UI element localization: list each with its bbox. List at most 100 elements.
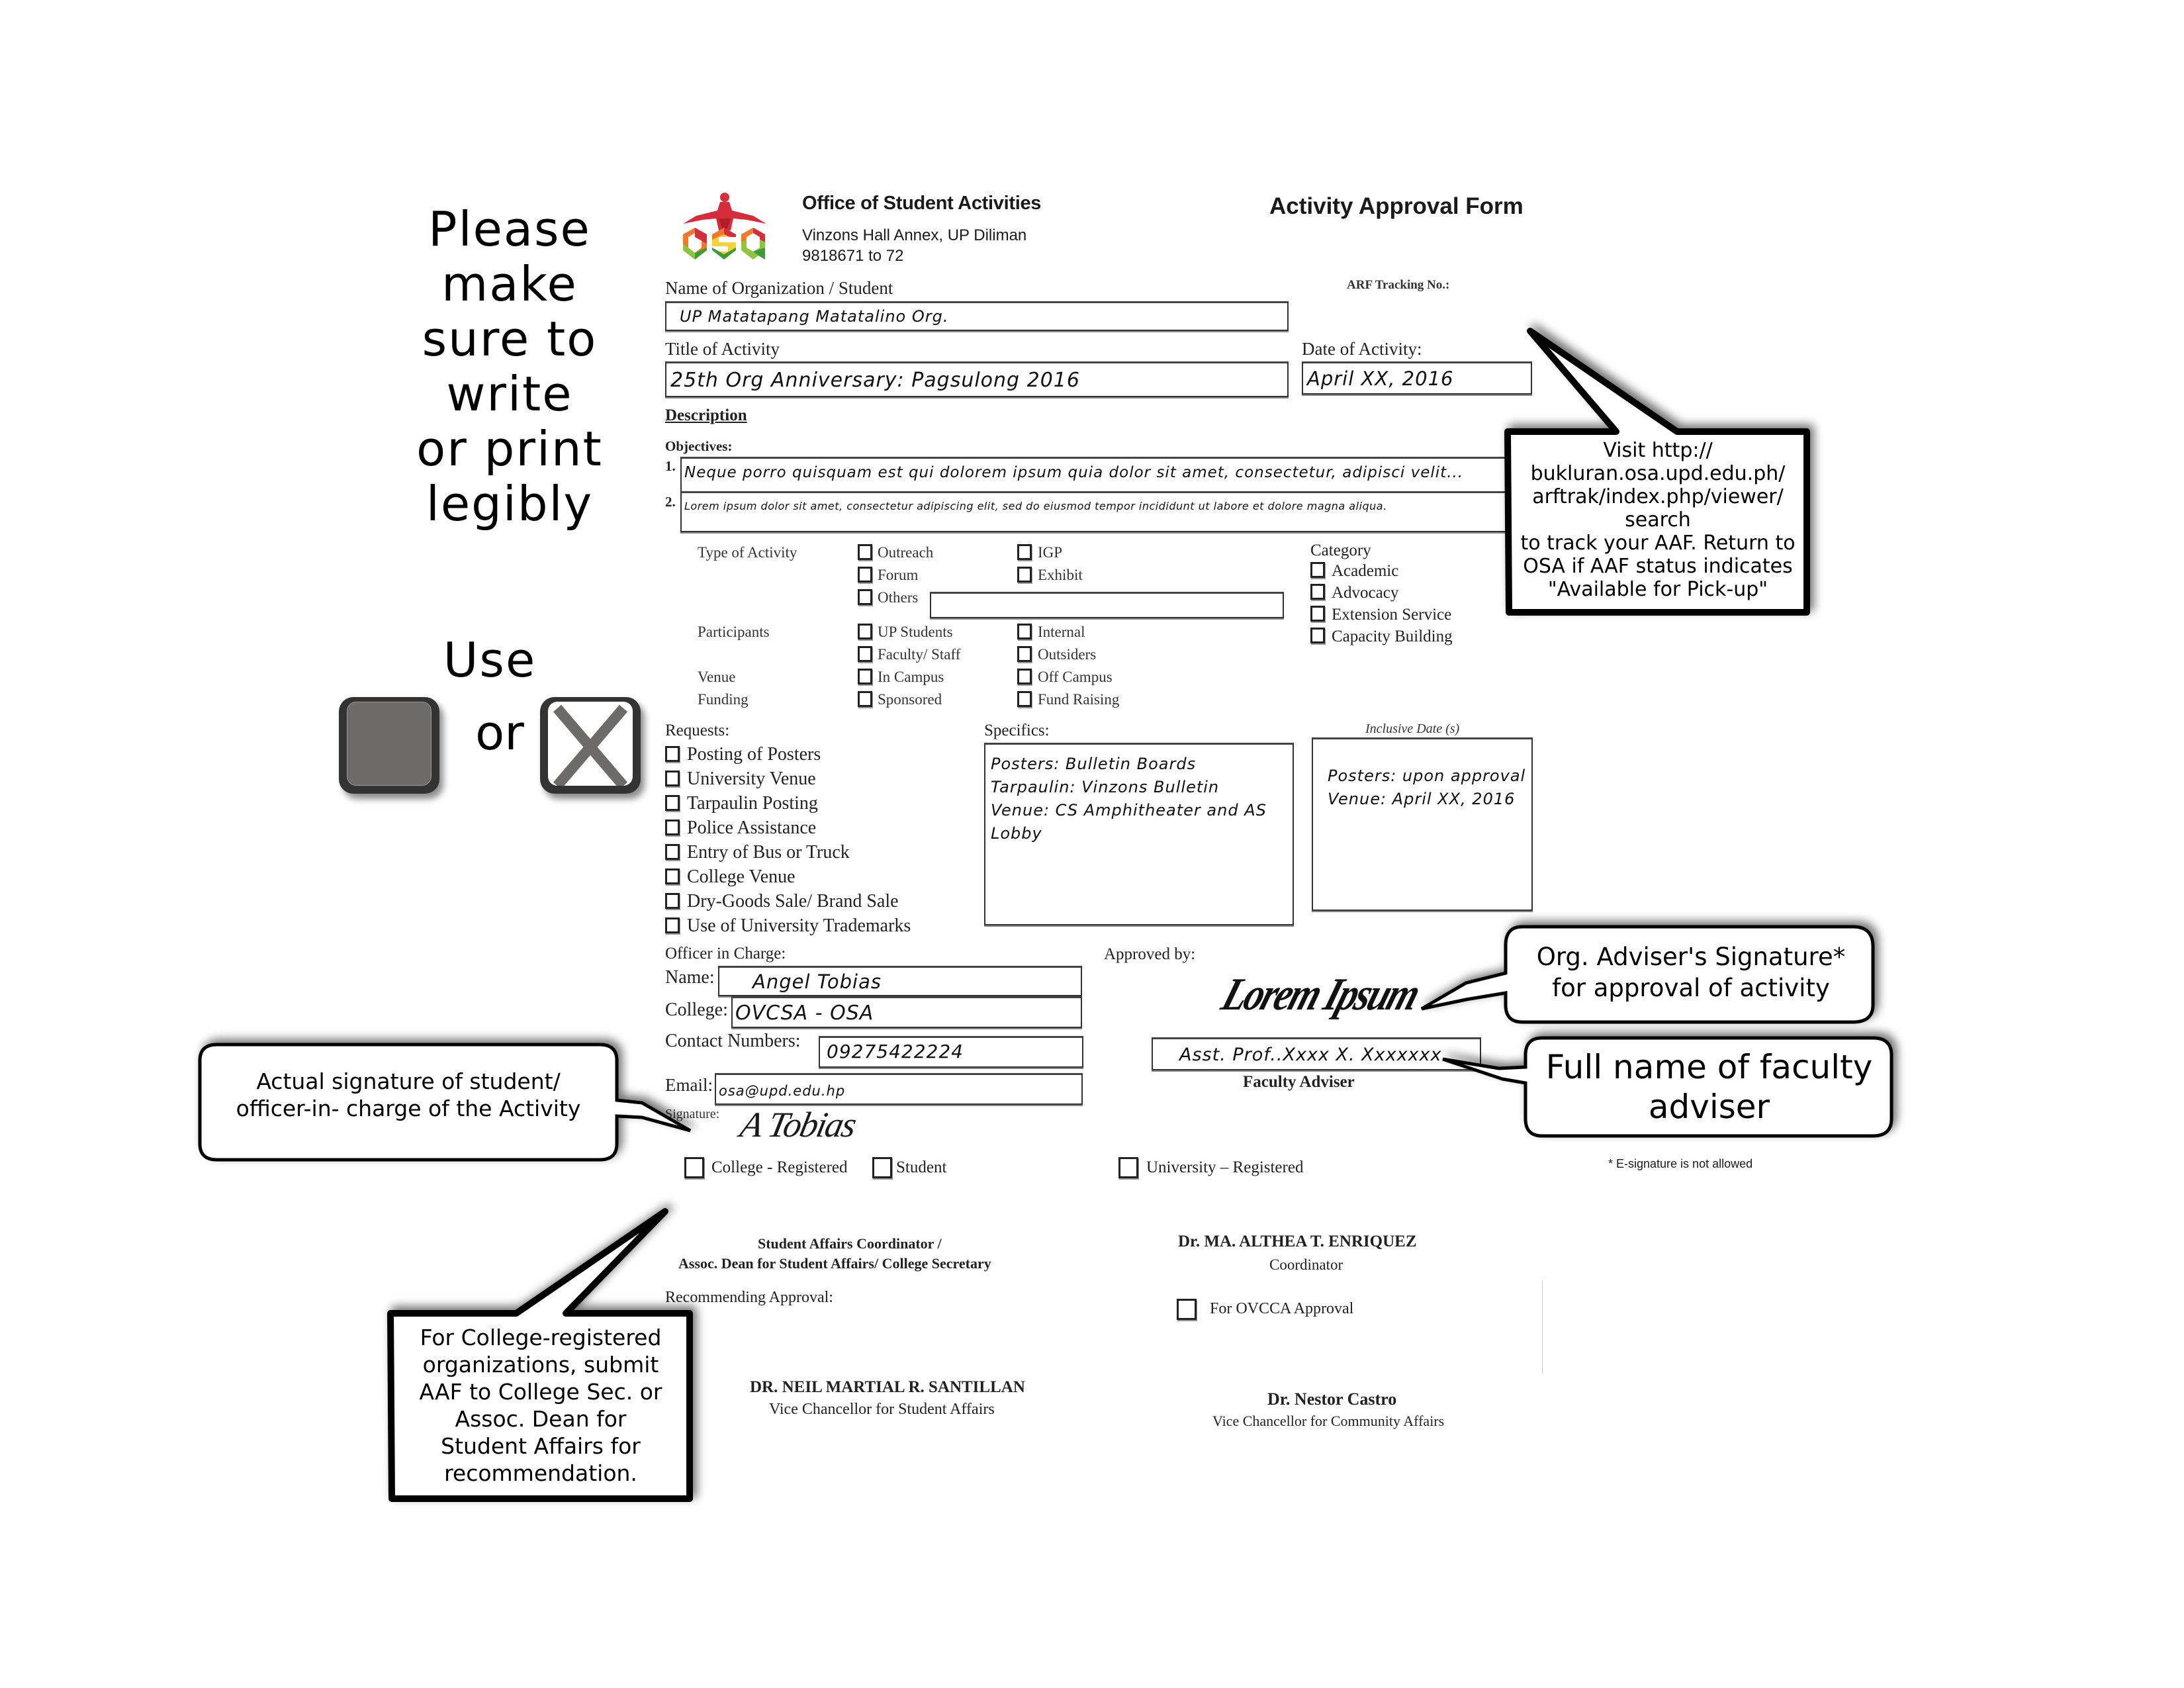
inclusive-date-line: Posters: upon approval	[1328, 767, 1526, 785]
coordinator-title: Coordinator	[1269, 1256, 1343, 1273]
student-signature-callout-line: officer-in- charge of the Activity	[236, 1096, 581, 1121]
request-label: University Venue	[687, 769, 816, 789]
contact-numbers-field[interactable]: 09275422224	[819, 1036, 1083, 1068]
exhibit-label: Exhibit	[1038, 567, 1083, 583]
objective-2-value: Lorem ipsum dolor sit amet, consectetur …	[684, 500, 1387, 512]
org-name-field[interactable]: UP Matatapang Matatalino Org.	[665, 301, 1289, 331]
college-field[interactable]: OVCSA - OSA	[731, 996, 1082, 1028]
internal-checkbox[interactable]	[1017, 624, 1032, 639]
college-registered-checkbox[interactable]	[684, 1157, 704, 1178]
outreach-label: Outreach	[878, 544, 934, 561]
ovcca-approval-checkbox[interactable]	[1177, 1299, 1197, 1320]
advocacy-label: Advocacy	[1332, 584, 1399, 602]
objectives-label: Objectives:	[665, 438, 733, 454]
vcca-name: Dr. Nestor Castro	[1267, 1389, 1397, 1409]
org-name-value: UP Matatapang Matatalino Org.	[680, 307, 949, 326]
activity-title-field[interactable]: 25th Org Anniversary: Pagsulong 2016	[665, 361, 1289, 397]
tracking-callout-line: to track your AAF. Return to	[1520, 532, 1796, 555]
student-signature-callout: Actual signature of student/ officer-in-…	[200, 1068, 617, 1122]
objective-2-field[interactable]: Lorem ipsum dolor sit amet, consectetur …	[680, 491, 1508, 532]
tracking-callout-line: search	[1625, 508, 1691, 532]
or-label: or	[475, 705, 524, 761]
extension-service-checkbox[interactable]	[1310, 606, 1325, 622]
activity-date-value: April XX, 2016	[1307, 367, 1454, 390]
in-campus-label: In Campus	[878, 669, 944, 685]
adviser-name-callout-line: adviser	[1648, 1088, 1770, 1126]
filled-square-icon	[339, 697, 439, 794]
officer-name-field[interactable]: Angel Tobias	[718, 966, 1082, 996]
request-label: Dry-Goods Sale/ Brand Sale	[687, 891, 899, 912]
date-label: Date of Activity:	[1302, 339, 1422, 359]
description-heading: Description	[665, 406, 747, 424]
student-label: Student	[896, 1158, 947, 1176]
in-campus-checkbox[interactable]	[858, 669, 872, 684]
request-checkbox[interactable]	[665, 844, 680, 860]
specifics-line: Lobby	[991, 824, 1042, 843]
email-field[interactable]: osa@upd.edu.hp	[715, 1073, 1083, 1105]
request-label: College Venue	[687, 867, 796, 887]
specifics-line: Tarpaulin: Vinzons Bulletin	[991, 778, 1220, 796]
off-campus-checkbox[interactable]	[1017, 669, 1032, 684]
specifics-line: Venue: CS Amphitheater and AS	[991, 801, 1267, 820]
college-registered-callout-line: For College-registered	[420, 1325, 662, 1350]
others-checkbox[interactable]	[858, 589, 872, 605]
osa-logo	[680, 191, 769, 262]
request-checkbox[interactable]	[665, 771, 680, 786]
adviser-name-callout: Full name of faculty adviser	[1525, 1047, 1893, 1127]
sponsored-checkbox[interactable]	[858, 691, 872, 707]
category-label: Category	[1310, 541, 1371, 559]
adviser-signature-callout-line: for approval of activity	[1552, 974, 1830, 1002]
officer-signature: A Tobias	[737, 1105, 859, 1145]
up-students-checkbox[interactable]	[858, 624, 872, 639]
x-square-icon	[540, 697, 641, 794]
specifics-field[interactable]: Posters: Bulletin Boards Tarpaulin: Vinz…	[984, 743, 1294, 925]
request-label: Tarpaulin Posting	[687, 793, 818, 814]
student-checkbox[interactable]	[872, 1157, 892, 1178]
academic-checkbox[interactable]	[1310, 562, 1325, 578]
adviser-name-field[interactable]: Asst. Prof..Xxxx X. Xxxxxxx	[1152, 1037, 1481, 1070]
others-field[interactable]	[930, 592, 1284, 618]
officer-in-charge-label: Officer in Charge:	[665, 945, 786, 962]
university-registered-checkbox[interactable]	[1118, 1157, 1138, 1178]
outsiders-checkbox[interactable]	[1017, 646, 1032, 662]
request-checkbox[interactable]	[665, 746, 680, 762]
adviser-signature-callout-line: Org. Adviser's Signature*	[1536, 943, 1846, 971]
request-checkbox[interactable]	[665, 893, 680, 909]
request-label: Police Assistance	[687, 818, 817, 838]
outreach-checkbox[interactable]	[858, 544, 872, 560]
approved-by-label: Approved by:	[1104, 945, 1196, 963]
funding-label: Funding	[698, 691, 749, 708]
tracking-callout-line: OSA if AAF status indicates	[1523, 555, 1793, 578]
forum-checkbox[interactable]	[858, 567, 872, 583]
inclusive-date-label: Inclusive Date (s)	[1365, 722, 1460, 736]
capacity-building-checkbox[interactable]	[1310, 628, 1325, 643]
tracking-callout-line: bukluran.osa.upd.edu.ph/	[1530, 462, 1786, 485]
request-checkbox[interactable]	[665, 868, 680, 884]
igp-checkbox[interactable]	[1017, 544, 1032, 560]
objective-number: 2.	[665, 494, 676, 510]
student-signature-callout-line: Actual signature of student/	[256, 1068, 561, 1094]
faculty-staff-checkbox[interactable]	[858, 646, 872, 662]
objective-1-value: Neque porro quisquam est qui dolorem ips…	[684, 464, 1464, 481]
legibility-line: sure to	[422, 311, 598, 367]
request-label: Use of University Trademarks	[687, 915, 911, 936]
exhibit-checkbox[interactable]	[1017, 567, 1032, 583]
vcsa-name: DR. NEIL MARTIAL R. SANTILLAN	[750, 1378, 1025, 1396]
inclusive-date-field[interactable]: Posters: upon approval Venue: April XX, …	[1312, 737, 1533, 911]
off-campus-label: Off Campus	[1038, 669, 1113, 685]
request-checkbox[interactable]	[665, 917, 680, 933]
office-address: Vinzons Hall Annex, UP Diliman	[802, 226, 1027, 244]
academic-label: Academic	[1332, 562, 1399, 580]
activity-date-field[interactable]: April XX, 2016	[1302, 361, 1532, 395]
request-checkbox[interactable]	[665, 820, 680, 835]
objective-1-field[interactable]: Neque porro quisquam est qui dolorem ips…	[680, 457, 1508, 491]
participants-label: Participants	[698, 624, 770, 640]
vcca-title: Vice Chancellor for Community Affairs	[1212, 1413, 1445, 1429]
adviser-name-callout-line: Full name of faculty	[1545, 1048, 1873, 1086]
fund-raising-checkbox[interactable]	[1017, 691, 1032, 707]
advocacy-checkbox[interactable]	[1310, 584, 1325, 600]
tracking-callout: Visit http:// bukluran.osa.upd.edu.ph/ a…	[1510, 439, 1805, 601]
up-students-label: UP Students	[878, 624, 953, 640]
adviser-name-value: Asst. Prof..Xxxx X. Xxxxxxx	[1179, 1045, 1442, 1065]
request-checkbox[interactable]	[665, 795, 680, 811]
